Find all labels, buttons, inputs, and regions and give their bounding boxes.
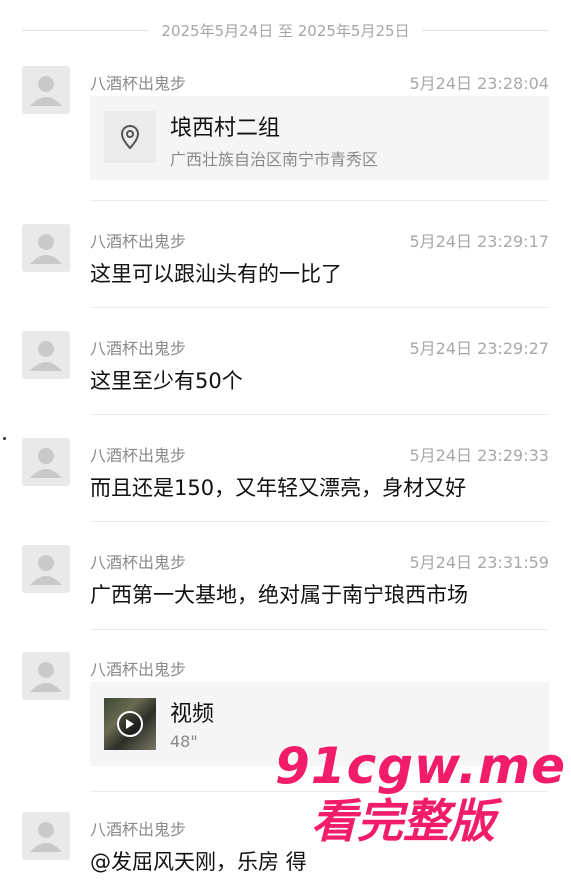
sender-name: 八酒杯出鬼步	[90, 660, 187, 679]
chat-message: 八酒杯出鬼步 5月24日 23:29:33 而且还是150，又年轻又漂亮，身材又…	[22, 438, 549, 522]
chat-message: 八酒杯出鬼步 5月24日 23:29:17 这里可以跟汕头有的一比了	[22, 224, 549, 308]
divider-left	[22, 29, 150, 31]
map-pin-icon	[104, 111, 156, 163]
location-address: 广西壮族自治区南宁市青秀区	[170, 150, 379, 169]
location-card[interactable]: 埌西村二组 广西壮族自治区南宁市青秀区	[90, 96, 549, 180]
sender-name: 八酒杯出鬼步	[90, 74, 187, 93]
sender-name: 八酒杯出鬼步	[90, 446, 187, 465]
sender-name: 八酒杯出鬼步	[90, 820, 187, 839]
message-time: 5月24日 23:28:04	[409, 74, 550, 93]
message-divider	[90, 629, 549, 630]
date-range-text: 2025年5月24日 至 2025年5月25日	[161, 21, 410, 40]
message-text[interactable]: 广西第一大基地，绝对属于南宁琅西市场	[90, 579, 468, 609]
default-person-avatar-icon[interactable]	[22, 331, 70, 379]
message-time: 5月24日 23:31:59	[409, 553, 550, 572]
default-person-avatar-icon[interactable]	[22, 652, 70, 700]
play-icon[interactable]	[117, 711, 143, 737]
message-text[interactable]: 而且还是150，又年轻又漂亮，身材又好	[90, 472, 466, 502]
message-text[interactable]: 这里可以跟汕头有的一比了	[90, 258, 342, 288]
default-person-avatar-icon[interactable]	[22, 812, 70, 860]
sender-name: 八酒杯出鬼步	[90, 232, 187, 251]
message-divider	[90, 200, 549, 201]
message-text[interactable]: 这里至少有50个	[90, 365, 243, 395]
chat-message: 八酒杯出鬼步 5月24日 23:29:27 这里至少有50个	[22, 331, 549, 415]
message-text[interactable]: @发屈风天刚，乐房 得	[90, 846, 307, 876]
default-person-avatar-icon[interactable]	[22, 438, 70, 486]
message-divider	[90, 521, 549, 522]
watermark-domain: 91cgw.me	[275, 737, 567, 795]
watermark-overlay: 91cgw.me 看完整版	[275, 738, 571, 848]
chat-message: 八酒杯出鬼步 5月24日 23:28:04 埌西村二组 广西壮族自治区南宁市青秀…	[22, 66, 550, 201]
message-time: 5月24日 23:29:27	[409, 339, 550, 358]
video-title: 视频	[170, 702, 215, 727]
date-range-header: 2025年5月24日 至 2025年5月25日	[22, 18, 549, 42]
watermark-subtitle: 看完整版	[311, 794, 495, 848]
divider-right	[421, 29, 549, 31]
location-title: 埌西村二组	[170, 116, 281, 141]
default-person-avatar-icon[interactable]	[22, 545, 70, 593]
edge-dot	[3, 437, 6, 440]
video-duration: 48"	[170, 732, 198, 751]
message-divider	[90, 307, 549, 308]
sender-name: 八酒杯出鬼步	[90, 553, 187, 572]
default-person-avatar-icon[interactable]	[22, 66, 70, 114]
sender-name: 八酒杯出鬼步	[90, 339, 187, 358]
message-divider	[90, 414, 549, 415]
chat-message: 八酒杯出鬼步 5月24日 23:31:59 广西第一大基地，绝对属于南宁琅西市场	[22, 545, 550, 630]
video-thumbnail[interactable]	[104, 698, 156, 750]
default-person-avatar-icon[interactable]	[22, 224, 70, 272]
message-time: 5月24日 23:29:17	[409, 232, 550, 251]
message-time: 5月24日 23:29:33	[409, 446, 550, 465]
